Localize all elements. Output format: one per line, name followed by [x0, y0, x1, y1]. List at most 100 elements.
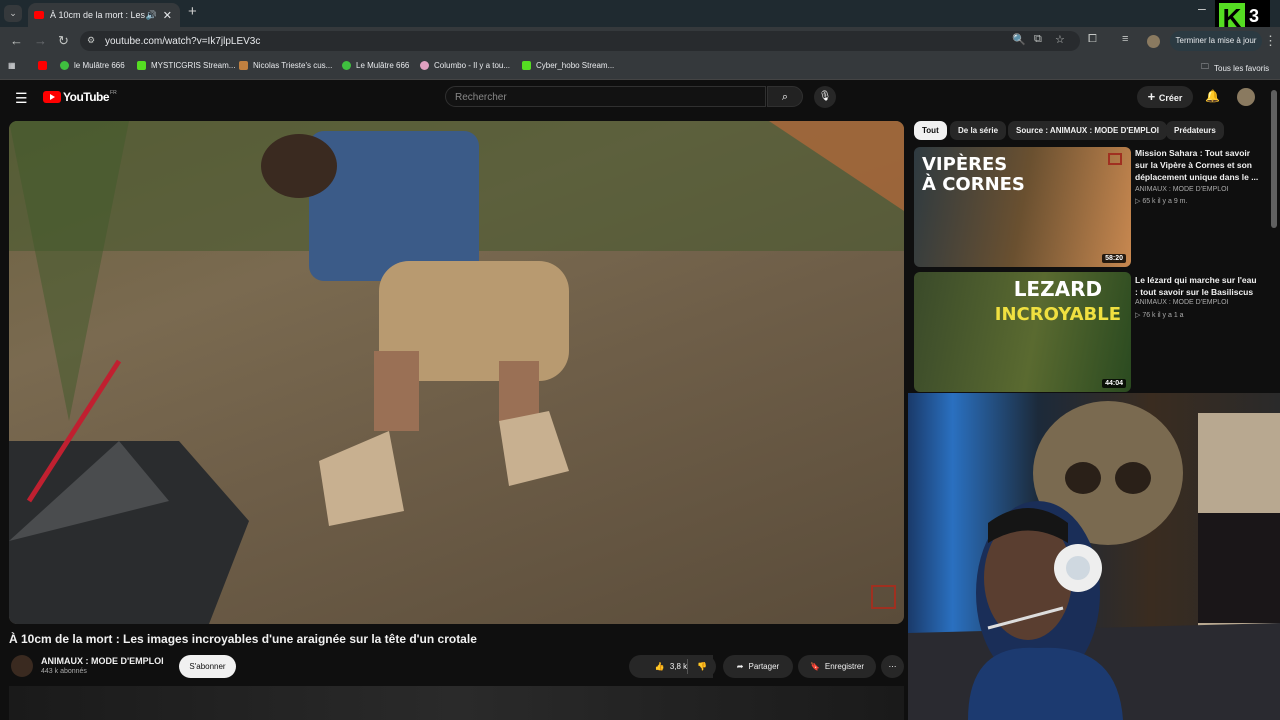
- related-thumbnail[interactable]: VIPÈRES À CORNES 58:20: [914, 147, 1131, 267]
- bookmark-label: Nicolas Trieste's cus...: [253, 61, 333, 70]
- channel-avatar[interactable]: [11, 655, 33, 677]
- thumbnail-text: LEZARD: [1013, 277, 1103, 301]
- voice-search-button[interactable]: 🎙: [814, 86, 836, 108]
- related-thumbnail[interactable]: LEZARD INCROYABLE 44:04: [914, 272, 1131, 392]
- tab-search-button[interactable]: ⌄: [4, 5, 22, 22]
- webcam-overlay: [908, 393, 1280, 720]
- minimize-button[interactable]: –: [1198, 0, 1206, 16]
- chip-series[interactable]: De la série: [950, 121, 1007, 140]
- bookmark-icon: [60, 61, 69, 70]
- new-tab-button[interactable]: +: [188, 3, 197, 20]
- related-meta-text: 65 k il y a 9 m.: [1142, 198, 1188, 205]
- apps-grid-icon[interactable]: ▦: [8, 61, 16, 70]
- bookmark-icon: [137, 61, 146, 70]
- bookmark-label: Cyber_hobo Stream...: [536, 61, 615, 70]
- all-bookmarks-label: Tous les favoris: [1214, 63, 1270, 73]
- youtube-play-icon: [43, 91, 61, 103]
- save-label: Enregistrer: [824, 662, 865, 671]
- bookmark-label: MYSTICGRIS Stream...: [151, 61, 236, 70]
- youtube-logo[interactable]: YouTube FR: [43, 90, 117, 104]
- site-info-icon[interactable]: ⚙: [87, 35, 95, 46]
- youtube-icon: [38, 61, 47, 70]
- bookmark-label: le Mulâtre 666: [74, 61, 125, 70]
- related-channel[interactable]: ANIMAUX : MODE D'EMPLOI: [1135, 299, 1229, 306]
- thumbnail-text: À CORNES: [922, 174, 1025, 195]
- close-tab-icon[interactable]: ✕: [163, 9, 172, 22]
- bookmark-item[interactable]: Cyber_hobo Stream...: [522, 61, 614, 70]
- video-player[interactable]: [9, 121, 904, 624]
- bookmark-icon: [239, 61, 248, 70]
- overlay-badge-number: 3: [1249, 6, 1260, 26]
- related-meta: ▷ 76 k il y a 1 a: [1135, 312, 1184, 319]
- more-actions-button[interactable]: ⋯: [881, 655, 904, 678]
- media-control-icon[interactable]: ≡: [1122, 33, 1128, 45]
- related-title[interactable]: Le lézard qui marche sur l'eau : tout sa…: [1135, 274, 1260, 298]
- search-input[interactable]: Rechercher: [445, 86, 766, 107]
- video-title: À 10cm de la mort : Les images incroyabl…: [9, 632, 477, 646]
- tab-title: À 10cm de la mort : Les images incroyabl…: [50, 10, 146, 20]
- save-icon: 🔖: [809, 662, 820, 671]
- youtube-favicon-icon: [34, 11, 44, 19]
- update-button[interactable]: Terminer la mise à jour: [1170, 31, 1262, 51]
- bookmark-star-icon[interactable]: ☆: [1055, 33, 1065, 46]
- thumbs-up-icon: 👍: [654, 662, 665, 671]
- forward-icon[interactable]: →: [34, 33, 47, 48]
- video-duration: 58:20: [1102, 254, 1126, 263]
- thumbs-down-icon: 👎: [697, 662, 707, 671]
- bookmark-item[interactable]: MYSTICGRIS Stream...: [137, 61, 235, 70]
- webcam-frame: [908, 401, 1280, 720]
- thumbnail-text: VIPÈRES: [922, 154, 1008, 175]
- video-duration: 44:04: [1102, 379, 1126, 388]
- country-code: FR: [110, 90, 117, 96]
- subscribe-button[interactable]: S'abonner: [179, 655, 236, 678]
- bookmark-item[interactable]: le Mulâtre 666: [60, 61, 125, 70]
- browser-tab[interactable]: À 10cm de la mort : Les images incroyabl…: [28, 3, 180, 27]
- video-frame: [9, 121, 904, 624]
- related-title[interactable]: Mission Sahara : Tout savoir sur la Vipè…: [1135, 147, 1260, 183]
- save-button[interactable]: 🔖 Enregistrer: [798, 655, 876, 678]
- related-meta-text: 76 k il y a 1 a: [1142, 312, 1184, 319]
- search-icon: ⌕: [781, 91, 789, 103]
- menu-icon[interactable]: ☰: [15, 90, 28, 107]
- audio-icon[interactable]: 🔊: [146, 10, 157, 21]
- bookmark-icon: [522, 61, 531, 70]
- scrollbar[interactable]: [1271, 90, 1277, 228]
- description-preview: [9, 686, 904, 720]
- like-count: 3,8 k: [669, 662, 688, 671]
- notifications-icon[interactable]: 🔔: [1205, 89, 1220, 103]
- all-bookmarks[interactable]: 🗀 Tous les favoris: [1201, 61, 1269, 75]
- create-button[interactable]: + Créer: [1137, 86, 1193, 108]
- plus-icon: +: [1147, 89, 1159, 104]
- bookmark-item[interactable]: Nicolas Trieste's cus...: [239, 61, 332, 70]
- chip-predators[interactable]: Prédateurs: [1166, 121, 1224, 140]
- install-app-icon[interactable]: ⧉: [1034, 33, 1042, 46]
- create-label: Créer: [1158, 93, 1183, 103]
- back-icon[interactable]: ←: [10, 33, 23, 48]
- thumbnail-text: INCROYABLE: [994, 304, 1121, 325]
- bookmark-item[interactable]: Columbo - Il y a tou...: [420, 61, 510, 70]
- profile-avatar[interactable]: [1147, 35, 1160, 48]
- folder-icon: 🗀: [1201, 62, 1209, 71]
- bookmark-icon: [420, 61, 429, 70]
- microphone-icon: 🎙: [818, 91, 832, 102]
- more-icon: ⋯: [888, 662, 897, 671]
- browser-menu-icon[interactable]: ⋮: [1264, 33, 1277, 49]
- thumbnail-frame: [1108, 153, 1122, 165]
- zoom-icon[interactable]: 🔍: [1012, 33, 1026, 46]
- share-button[interactable]: ➦ Partager: [723, 655, 793, 678]
- bookmark-icon: [342, 61, 351, 70]
- search-button[interactable]: ⌕: [767, 86, 803, 107]
- chip-all[interactable]: Tout: [914, 121, 947, 140]
- channel-name[interactable]: ANIMAUX : MODE D'EMPLOI: [41, 656, 164, 666]
- account-avatar[interactable]: [1237, 88, 1255, 106]
- bookmark-item[interactable]: Le Mulâtre 666: [342, 61, 409, 70]
- extensions-icon[interactable]: ⧠: [1088, 33, 1097, 46]
- youtube-wordmark: YouTube: [63, 90, 110, 104]
- reload-icon[interactable]: ↻: [58, 33, 69, 49]
- chip-source[interactable]: Source : ANIMAUX : MODE D'EMPLOI: [1008, 121, 1167, 140]
- dislike-button[interactable]: 👎: [688, 655, 716, 678]
- bookmark-youtube[interactable]: [38, 61, 52, 70]
- related-channel[interactable]: ANIMAUX : MODE D'EMPLOI: [1135, 186, 1229, 193]
- share-icon: ➦: [736, 662, 744, 671]
- bookmark-label: Le Mulâtre 666: [356, 61, 410, 70]
